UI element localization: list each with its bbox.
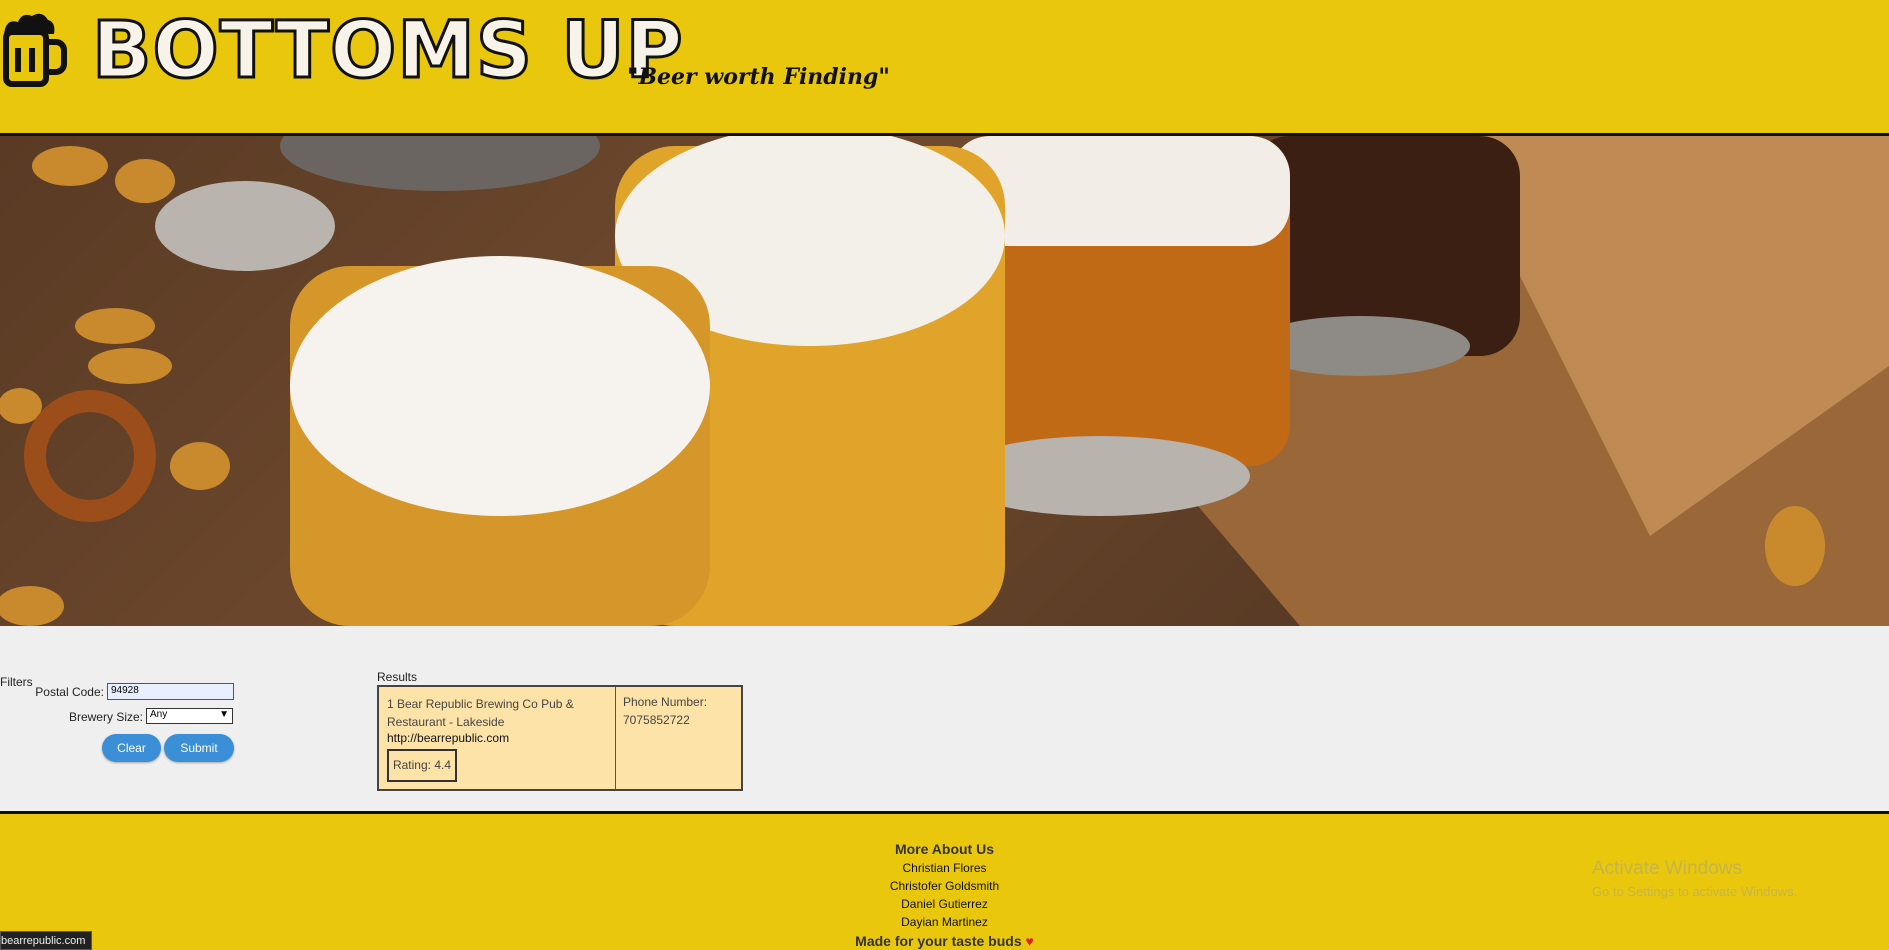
made-for-text: Made for your taste buds ♥: [0, 933, 1889, 949]
phone-number: 7075852722: [623, 713, 690, 727]
hero-image: [0, 136, 1889, 626]
activate-windows-title: Activate Windows: [1592, 858, 1742, 879]
team-member: Dayian Martinez: [901, 915, 988, 929]
brewery-size-select[interactable]: Any ▼: [146, 708, 233, 724]
brewery-name: 1 Bear Republic Brewing Co Pub & Restaur…: [387, 697, 574, 729]
clear-button[interactable]: Clear: [102, 734, 161, 762]
result-card: 1 Bear Republic Brewing Co Pub & Restaur…: [377, 685, 743, 791]
postal-code-label: Postal Code:: [35, 685, 104, 699]
postal-code-input[interactable]: 94928: [107, 683, 234, 700]
made-for-label: Made for your taste buds: [855, 933, 1022, 949]
main-content: Filters Postal Code: 94928 Brewery Size:…: [0, 626, 1889, 811]
activate-windows-subtitle: Go to Settings to activate Windows.: [1592, 884, 1798, 899]
filters-title: Filters: [0, 675, 33, 689]
site-footer: More About Us Christian Flores Christofe…: [0, 811, 1889, 950]
team-member: Daniel Gutierrez: [901, 897, 988, 911]
results-title: Results: [377, 670, 418, 684]
result-info: 1 Bear Republic Brewing Co Pub & Restaur…: [379, 687, 616, 789]
tagline: "Beer worth Finding": [627, 64, 890, 90]
chevron-down-icon: ▼: [219, 709, 229, 720]
more-about-us-title: More About Us: [894, 841, 995, 857]
beer-mug-icon: [3, 13, 67, 87]
status-bar-url: bearrepublic.com: [0, 931, 93, 950]
phone-label: Phone Number:: [623, 695, 708, 709]
heart-icon: ♥: [1025, 933, 1034, 949]
brewery-size-label: Brewery Size:: [68, 710, 143, 724]
rating-badge: Rating: 4.4: [387, 749, 457, 782]
brand-title: BOTTOMS UP: [91, 6, 685, 96]
brewery-size-value: Any: [150, 709, 168, 720]
submit-button[interactable]: Submit: [164, 734, 234, 762]
site-header: BOTTOMS UP "Beer worth Finding": [0, 0, 1889, 136]
brewery-url-link[interactable]: http://bearrepublic.com: [387, 731, 509, 745]
